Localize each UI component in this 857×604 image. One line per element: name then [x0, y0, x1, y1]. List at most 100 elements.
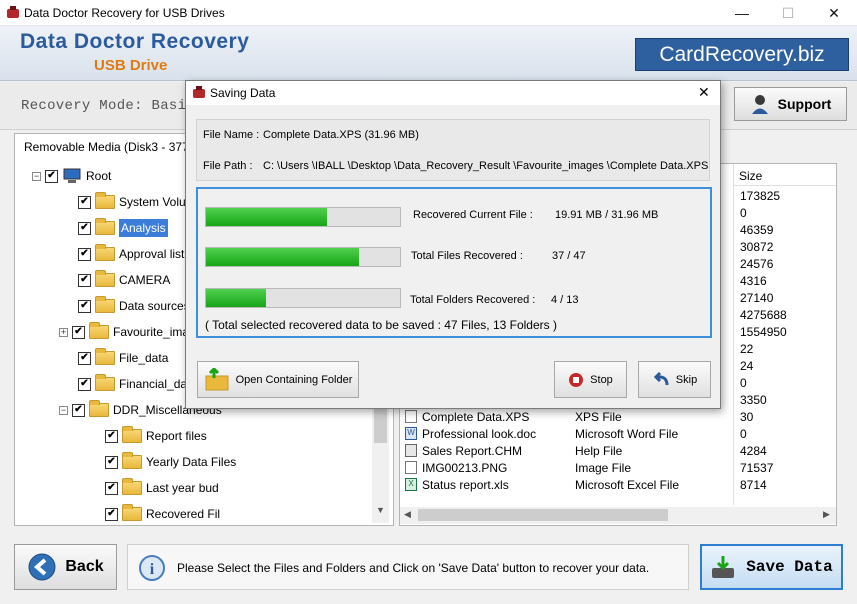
- size-cell: 46359: [740, 223, 774, 237]
- checkbox[interactable]: ✔: [105, 429, 118, 443]
- tree-item[interactable]: ✔ Recovered Fil: [105, 503, 220, 525]
- tree-item[interactable]: + ✔ Favourite_ima: [59, 321, 189, 343]
- folder-icon: [95, 296, 115, 313]
- brand-subtitle: USB Drive: [94, 57, 168, 74]
- tree-item[interactable]: ✔ CAMERA: [78, 269, 170, 291]
- total-folders-value: 4 / 13: [551, 294, 579, 306]
- checkbox[interactable]: ✔: [78, 247, 91, 261]
- folder-icon: [95, 270, 115, 287]
- tree-item[interactable]: ✔ Approval list o: [78, 243, 194, 265]
- scroll-left-icon[interactable]: ◀: [404, 509, 411, 520]
- collapse-icon[interactable]: −: [59, 405, 68, 415]
- progress-fill: [206, 289, 266, 307]
- scroll-down-icon[interactable]: ▼: [376, 505, 385, 515]
- scroll-thumb[interactable]: [374, 407, 387, 443]
- checkbox[interactable]: ✔: [72, 403, 85, 417]
- svg-text:i: i: [150, 561, 155, 578]
- close-button[interactable]: ✕: [811, 0, 857, 26]
- tree-item[interactable]: ✔ Yearly Data Files: [105, 451, 236, 473]
- tree-scrollbar[interactable]: ▼: [372, 405, 389, 523]
- window-title: Data Doctor Recovery for USB Drives: [24, 6, 225, 20]
- folder-icon: [122, 426, 142, 443]
- table-row[interactable]: X Status report.xls Microsoft Excel File…: [400, 477, 836, 494]
- size-cell: 4275688: [740, 308, 787, 322]
- file-path-label: File Path :: [203, 160, 253, 172]
- summary-text: ( Total selected recovered data to be sa…: [205, 318, 557, 332]
- header-divider: [734, 185, 836, 186]
- tree-item[interactable]: ✔ File_data: [78, 347, 168, 369]
- open-containing-folder-button[interactable]: Open Containing Folder: [197, 361, 359, 398]
- tree-item[interactable]: ✔ System Volum: [78, 191, 196, 213]
- scroll-thumb[interactable]: [418, 509, 668, 521]
- size-cell: 22: [740, 342, 754, 356]
- current-file-progress-bar: [205, 207, 401, 227]
- computer-icon: [63, 168, 81, 183]
- progress-fill: [206, 248, 359, 266]
- checkbox[interactable]: ✔: [105, 507, 118, 521]
- tree-item-root[interactable]: − ✔ Root: [32, 165, 111, 187]
- info-message: Please Select the Files and Folders and …: [177, 561, 650, 575]
- folder-icon: [122, 504, 142, 521]
- checkbox[interactable]: ✔: [78, 221, 91, 235]
- total-files-value: 37 / 47: [552, 250, 586, 262]
- total-files-label: Total Files Recovered :: [411, 250, 523, 262]
- stop-button[interactable]: Stop: [554, 361, 627, 398]
- support-person-icon: [751, 95, 768, 114]
- checkbox[interactable]: ✔: [78, 195, 91, 209]
- table-row[interactable]: Complete Data.XPS XPS File 30: [400, 409, 836, 426]
- minimize-button[interactable]: —: [719, 0, 765, 26]
- dialog-close-button[interactable]: ✕: [698, 84, 710, 101]
- size-column-header[interactable]: Size: [739, 169, 762, 183]
- folder-icon: [89, 322, 109, 339]
- current-file-label: Recovered Current File :: [413, 209, 533, 221]
- checkbox[interactable]: ✔: [105, 481, 118, 495]
- cardrecovery-logo: CardRecovery.biz: [635, 38, 849, 71]
- brand-title: Data Doctor Recovery: [20, 30, 250, 53]
- support-label: Support: [777, 96, 832, 112]
- save-drive-icon: [712, 556, 735, 578]
- size-cell: 27140: [740, 291, 774, 305]
- table-row[interactable]: W Professional look.doc Microsoft Word F…: [400, 426, 836, 443]
- file-icon: [405, 410, 417, 423]
- expand-icon[interactable]: +: [59, 327, 68, 337]
- tree-item[interactable]: ✔ Report files: [105, 425, 207, 447]
- back-arrow-icon: [28, 553, 56, 581]
- tree-item-selected[interactable]: ✔ Analysis: [78, 217, 168, 239]
- file-name-label: File Name :: [203, 129, 260, 141]
- collapse-icon[interactable]: −: [32, 171, 41, 181]
- size-cell: 0: [740, 376, 747, 390]
- progress-box: Recovered Current File : 19.91 MB / 31.9…: [196, 187, 712, 338]
- checkbox[interactable]: ✔: [78, 273, 91, 287]
- folder-icon: [122, 452, 142, 469]
- stop-icon: [569, 372, 584, 387]
- scroll-right-icon[interactable]: ▶: [823, 509, 830, 520]
- checkbox[interactable]: ✔: [72, 325, 85, 339]
- size-cell: 0: [740, 206, 747, 220]
- tree-item[interactable]: ✔ Data sources: [78, 295, 190, 317]
- folder-icon: [122, 478, 142, 495]
- checkbox[interactable]: ✔: [45, 169, 58, 183]
- checkbox[interactable]: ✔: [78, 351, 91, 365]
- support-button[interactable]: Support: [734, 87, 847, 121]
- file-path-value: C: \Users \IBALL \Desktop \Data_Recovery…: [263, 160, 709, 172]
- word-doc-icon: W: [405, 427, 417, 440]
- skip-button[interactable]: Skip: [638, 361, 711, 398]
- tree-item[interactable]: ✔ Financial_data: [78, 373, 197, 395]
- size-cell: 4316: [740, 274, 767, 288]
- folder-icon: [95, 374, 115, 391]
- back-button[interactable]: Back: [14, 544, 117, 590]
- maximize-button[interactable]: ☐: [765, 0, 811, 26]
- total-folders-label: Total Folders Recovered :: [410, 294, 536, 306]
- tree-item[interactable]: ✔ Last year bud: [105, 477, 219, 499]
- checkbox[interactable]: ✔: [78, 299, 91, 313]
- save-data-button[interactable]: Save Data: [700, 544, 843, 590]
- size-cell: 24: [740, 359, 754, 373]
- current-file-value: 19.91 MB / 31.96 MB: [555, 209, 659, 221]
- checkbox[interactable]: ✔: [78, 377, 91, 391]
- checkbox[interactable]: ✔: [105, 455, 118, 469]
- open-folder-icon: [205, 367, 229, 390]
- size-cell: 30872: [740, 240, 774, 254]
- table-row[interactable]: Sales Report.CHM Help File 4284: [400, 443, 836, 460]
- skip-arrow-icon: [653, 371, 669, 385]
- table-row[interactable]: IMG00213.PNG Image File 71537: [400, 460, 836, 477]
